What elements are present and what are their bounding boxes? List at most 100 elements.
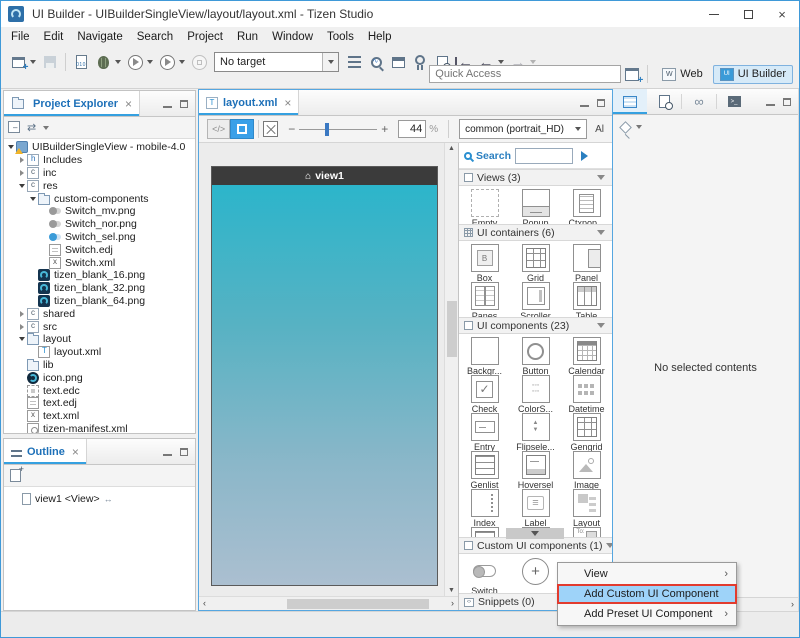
collapse-section-icon[interactable] xyxy=(597,323,605,328)
new-wizard-dropdown[interactable] xyxy=(30,60,36,64)
target-combo[interactable]: No target xyxy=(214,52,339,72)
palette-item[interactable]: Image xyxy=(561,448,612,486)
context-menu-item[interactable]: Add Preset UI Component › xyxy=(558,605,736,623)
palette-item[interactable]: Gengrid xyxy=(561,410,612,448)
menu-item[interactable]: Project xyxy=(180,29,230,45)
tree-chevron-icon[interactable] xyxy=(17,337,26,341)
canvas-vertical-scrollbar[interactable]: ▲ ▼ xyxy=(444,143,458,596)
debug-button[interactable] xyxy=(93,51,113,73)
palette-item[interactable]: Grid xyxy=(510,241,561,279)
run-button[interactable] xyxy=(125,51,145,73)
stop-button[interactable] xyxy=(189,51,209,73)
minimize-panel-icon[interactable] xyxy=(163,106,172,108)
maximize-panel-icon[interactable] xyxy=(180,100,188,108)
palette-item[interactable]: Index xyxy=(459,486,510,524)
minimize-button[interactable] xyxy=(697,1,731,27)
palette-item[interactable]: Layout xyxy=(561,486,612,524)
tree-item[interactable]: custom-components xyxy=(4,192,195,205)
palette-search-input[interactable] xyxy=(515,148,573,164)
tree-item[interactable]: shared xyxy=(4,307,195,320)
palette-item[interactable]: Label xyxy=(510,486,561,524)
palette-item[interactable]: Check xyxy=(459,372,510,410)
open-list-button[interactable] xyxy=(344,51,364,73)
palette-item[interactable] xyxy=(561,524,612,537)
section-views-header[interactable]: Views (3) xyxy=(459,169,612,186)
palette-item[interactable]: Genlist xyxy=(459,448,510,486)
profile-dropdown[interactable] xyxy=(179,60,185,64)
menu-item[interactable]: Help xyxy=(361,29,399,45)
tree-item[interactable]: text.xml xyxy=(4,410,195,423)
tree-chevron-icon[interactable] xyxy=(17,311,26,317)
pin-icon[interactable] xyxy=(619,121,632,134)
profile-button[interactable] xyxy=(157,51,177,73)
tree-item[interactable]: src xyxy=(4,320,195,333)
tree-chevron-icon[interactable] xyxy=(17,157,26,163)
source-view-toggle[interactable]: </> xyxy=(207,119,230,139)
section-custom-header[interactable]: Custom UI components (1) xyxy=(459,537,612,554)
view1-body[interactable] xyxy=(212,185,437,585)
palette-scroll-down-button[interactable] xyxy=(506,528,564,539)
vertical-scroll-thumb[interactable] xyxy=(447,301,457,357)
tree-item[interactable]: Switch_mv.png xyxy=(4,205,195,218)
tree-item[interactable]: tizen_blank_16.png xyxy=(4,269,195,282)
device-profile-combo[interactable]: common (portrait_HD) xyxy=(459,119,587,139)
save-all-button[interactable] xyxy=(40,51,60,73)
tree-item[interactable]: layout xyxy=(4,333,195,346)
section-components-header[interactable]: UI components (23) xyxy=(459,317,612,334)
menu-item[interactable]: Run xyxy=(230,29,265,45)
menu-item[interactable]: Navigate xyxy=(70,29,129,45)
horizontal-scroll-thumb[interactable] xyxy=(287,599,429,609)
menu-item[interactable]: Edit xyxy=(37,29,71,45)
tree-item[interactable]: text.edc xyxy=(4,384,195,397)
new-wizard-button[interactable] xyxy=(8,51,28,73)
menu-item[interactable]: File xyxy=(4,29,37,45)
tree-item[interactable]: inc xyxy=(4,167,195,180)
tree-item[interactable]: Switch.edj xyxy=(4,243,195,256)
palette-item[interactable]: Flipsele... xyxy=(510,410,561,448)
tree-item[interactable]: tizen-manifest.xml xyxy=(4,423,195,433)
tree-chevron-icon[interactable] xyxy=(17,184,26,188)
fit-to-screen-icon[interactable] xyxy=(263,121,279,137)
tab-layout-xml[interactable]: T layout.xml × xyxy=(199,90,299,115)
scroll-right-icon[interactable]: › xyxy=(451,598,454,608)
collapse-section-icon[interactable] xyxy=(597,230,605,235)
tree-chevron-icon[interactable] xyxy=(28,197,37,201)
tree-item[interactable]: Switch_sel.png xyxy=(4,231,195,244)
palette-item[interactable]: Empty xyxy=(459,186,510,224)
palette-item[interactable]: Box xyxy=(459,241,510,279)
context-menu-item[interactable]: Add Custom UI Component xyxy=(558,585,736,603)
palette-item[interactable]: Button xyxy=(510,334,561,372)
tree-chevron-icon[interactable] xyxy=(6,145,15,149)
view1-preview[interactable]: ⌂ view1 xyxy=(211,166,438,586)
minimize-panel-icon[interactable] xyxy=(580,105,589,107)
zoom-slider-thumb[interactable] xyxy=(325,123,329,136)
palette-item[interactable]: Scroller xyxy=(510,279,561,317)
outline-node-view1[interactable]: view1 <View> ↔ xyxy=(8,493,191,505)
perspective-ui-builder-button[interactable]: UI Builder xyxy=(713,65,793,84)
palette-item[interactable]: Datetime xyxy=(561,372,612,410)
pin-menu-icon[interactable] xyxy=(636,125,642,129)
editor-tab-close-icon[interactable]: × xyxy=(284,96,291,110)
design-canvas[interactable]: ⌂ view1 xyxy=(199,143,444,596)
target-combo-arrow[interactable] xyxy=(322,53,338,71)
zoom-slider-track[interactable] xyxy=(299,129,377,130)
tab-project-explorer[interactable]: Project Explorer × xyxy=(4,91,140,116)
outline-close-icon[interactable]: × xyxy=(72,445,79,459)
palette-item[interactable]: ColorS... xyxy=(510,372,561,410)
collapse-all-icon[interactable] xyxy=(10,123,20,133)
tree-chevron-icon[interactable] xyxy=(17,324,26,330)
palette-item[interactable]: Calendar xyxy=(561,334,612,372)
tree-item[interactable]: icon.png xyxy=(4,371,195,384)
minimize-panel-icon[interactable] xyxy=(163,454,172,456)
palette-item[interactable]: Panel xyxy=(561,241,612,279)
palette-item[interactable] xyxy=(510,554,561,592)
design-view-toggle[interactable] xyxy=(230,119,253,139)
tree-item[interactable]: Switch_nor.png xyxy=(4,218,195,231)
context-menu-item[interactable]: View › xyxy=(558,565,736,583)
tree-item[interactable]: lib xyxy=(4,359,195,372)
section-containers-header[interactable]: UI containers (6) xyxy=(459,224,612,241)
zoom-slider[interactable]: − + xyxy=(284,122,392,136)
tab-attach[interactable]: ∞ xyxy=(682,89,716,114)
tree-item[interactable]: layout.xml xyxy=(4,346,195,359)
tab-preview[interactable] xyxy=(647,89,681,114)
